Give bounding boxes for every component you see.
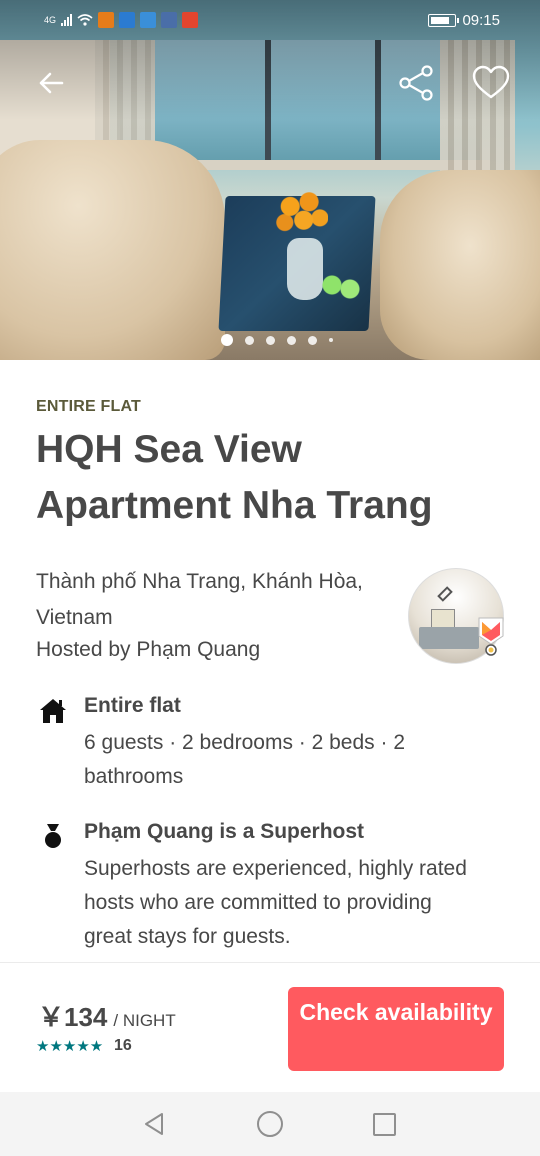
status-left: 4G bbox=[44, 12, 199, 28]
heart-icon[interactable] bbox=[470, 62, 512, 104]
photo-vase bbox=[287, 238, 323, 300]
superhost-badge-icon bbox=[478, 617, 504, 656]
host-line: Hosted by Phạm Quang bbox=[36, 638, 261, 661]
battery-icon bbox=[428, 13, 460, 27]
price-amount: ￥134 bbox=[38, 1002, 108, 1032]
nav-recents-icon[interactable] bbox=[373, 1113, 396, 1136]
feature-entire-flat: Entire flat 6 guests · 2 bedrooms · 2 be… bbox=[36, 690, 506, 800]
status-bar: 4G 09:15 bbox=[0, 0, 540, 40]
photo-flowers bbox=[274, 188, 328, 234]
feature-description: 6 guests · 2 bedrooms · 2 beds · 2 bathr… bbox=[84, 731, 405, 788]
avatar-window bbox=[431, 609, 455, 629]
listing-kind: ENTIRE FLAT bbox=[36, 398, 142, 415]
review-count[interactable]: 16 bbox=[114, 1037, 132, 1055]
avatar-lamp bbox=[437, 586, 453, 602]
rating-stars: ★★★★★ bbox=[36, 1038, 104, 1055]
share-icon[interactable] bbox=[396, 62, 438, 104]
network-type: 4G bbox=[44, 14, 57, 25]
carousel-dot[interactable] bbox=[308, 335, 317, 345]
nightly-price: ￥134 / NIGHT bbox=[38, 997, 176, 1034]
notification-app-icon bbox=[98, 12, 115, 28]
listing-location: Thành phố Nha Trang, Khánh Hòa, Vietnam bbox=[36, 570, 363, 629]
listing-title: HQH Sea View Apartment Nha Trang bbox=[36, 428, 433, 527]
feature-title: Phạm Quang is a Superhost bbox=[84, 820, 365, 843]
price-unit: / NIGHT bbox=[113, 1011, 176, 1030]
carousel-dot[interactable] bbox=[221, 334, 233, 346]
photo-armchair bbox=[380, 170, 540, 360]
check-availability-button[interactable]: Check availability bbox=[288, 987, 504, 1071]
feature-description: Superhosts are experienced, highly rated… bbox=[84, 857, 467, 948]
carousel-dot[interactable] bbox=[266, 335, 275, 345]
notification-app-icon bbox=[119, 12, 136, 28]
back-arrow-icon[interactable] bbox=[30, 62, 72, 104]
nav-home-icon[interactable] bbox=[257, 1111, 283, 1137]
wifi-icon bbox=[77, 14, 93, 26]
system-nav-bar bbox=[0, 1092, 540, 1156]
home-icon bbox=[40, 699, 66, 723]
booking-bar: ￥134 / NIGHT ★★★★★ 16 Check availability bbox=[0, 962, 540, 1092]
superhost-medal-icon bbox=[45, 824, 61, 848]
carousel-dot[interactable] bbox=[245, 335, 254, 345]
notification-app-icon bbox=[182, 12, 199, 28]
photo-sofa bbox=[0, 140, 225, 360]
notification-app-icon bbox=[161, 12, 178, 28]
carousel-indicator bbox=[0, 334, 540, 346]
nav-back-icon[interactable] bbox=[140, 1110, 168, 1138]
signal-icon bbox=[61, 14, 73, 26]
photo-cups bbox=[320, 265, 360, 305]
clock: 09:15 bbox=[462, 11, 500, 29]
carousel-dot[interactable] bbox=[287, 335, 296, 345]
status-right: 09:15 bbox=[428, 12, 500, 29]
feature-superhost: Phạm Quang is a Superhost Superhosts are… bbox=[36, 816, 506, 956]
notification-app-icon bbox=[140, 12, 157, 28]
carousel-dot[interactable] bbox=[329, 338, 333, 342]
listing-photo[interactable] bbox=[0, 0, 540, 360]
avatar-bed bbox=[419, 627, 479, 649]
feature-title: Entire flat bbox=[84, 694, 181, 717]
